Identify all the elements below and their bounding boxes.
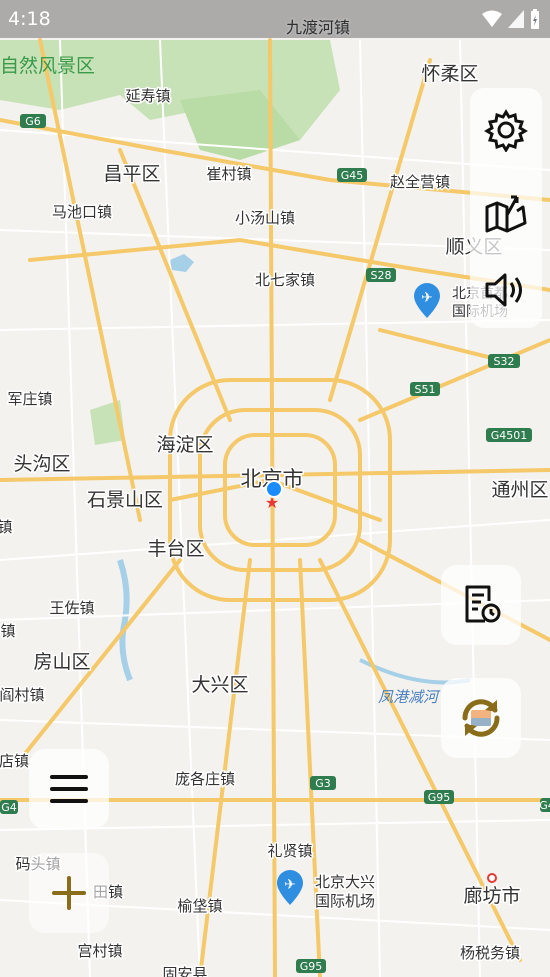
- place-label: 石景山区: [87, 489, 163, 511]
- wifi-icon: [482, 10, 502, 27]
- road-shield: G3: [310, 776, 336, 790]
- place-label: 头沟区: [13, 453, 70, 475]
- road-shield: G4: [0, 800, 18, 814]
- svg-text:✈: ✈: [421, 290, 433, 306]
- svg-text:S32: S32: [494, 355, 515, 368]
- place-label: 崔村镇: [206, 165, 251, 183]
- place-label: 昌平区: [103, 163, 160, 185]
- menu-button[interactable]: [29, 749, 109, 829]
- place-label: 礼贤镇: [267, 842, 312, 860]
- svg-text:S51: S51: [415, 383, 436, 396]
- place-label: 怀柔区: [421, 63, 478, 85]
- gear-icon: [484, 109, 528, 152]
- svg-text:✈: ✈: [284, 877, 296, 893]
- city-dot: [487, 873, 497, 883]
- history-icon: [465, 585, 501, 623]
- svg-text:G6: G6: [25, 115, 41, 128]
- river-label: 凤港减河: [378, 688, 441, 706]
- place-label: 固安县: [162, 965, 207, 977]
- status-bar: 4:18: [0, 0, 550, 38]
- speaker-icon: [485, 273, 522, 307]
- status-icons: [482, 9, 540, 29]
- place-label: 宫村镇: [77, 942, 122, 960]
- place-label: 自然风景区: [0, 55, 95, 77]
- place-label: 海淀区: [156, 434, 213, 456]
- road-shield: G45: [337, 168, 367, 182]
- svg-text:G4: G4: [1, 801, 17, 814]
- place-label: 庞各庄镇: [175, 770, 235, 788]
- history-button[interactable]: [441, 565, 521, 645]
- place-label: 阎村镇: [0, 686, 45, 704]
- place-label: 赵全营镇: [390, 173, 450, 191]
- place-label: 镇: [0, 622, 15, 640]
- svg-text:G4501: G4501: [491, 429, 528, 442]
- road-shield: S51: [410, 382, 440, 396]
- route-button[interactable]: [470, 174, 542, 246]
- place-label: 房山区: [33, 651, 90, 673]
- road-shield: G95: [296, 959, 326, 973]
- svg-text:G4: G4: [539, 799, 550, 812]
- top-controls-panel: [470, 88, 542, 328]
- place-label: 国际机场: [315, 892, 375, 910]
- place-label: 大兴区: [191, 674, 248, 696]
- road-shield: S32: [488, 354, 520, 368]
- location-dot-icon: [265, 480, 283, 498]
- place-label: 廊坊市: [463, 885, 520, 907]
- refresh-button[interactable]: [441, 678, 521, 758]
- place-label: 镇: [0, 518, 13, 536]
- menu-icon: [50, 775, 88, 803]
- place-label: 小汤山镇: [235, 209, 295, 227]
- refresh-icon: [462, 699, 500, 737]
- volume-button[interactable]: [470, 254, 542, 326]
- plus-icon: [52, 876, 86, 910]
- place-label: 杨税务镇: [460, 944, 520, 962]
- svg-text:G95: G95: [428, 791, 451, 804]
- road-shield: G95: [424, 790, 454, 804]
- signal-icon: [508, 10, 524, 28]
- place-label: 王佐镇: [49, 599, 94, 617]
- svg-text:G45: G45: [341, 169, 364, 182]
- place-label: 北京大兴: [315, 873, 375, 891]
- place-label: 军庄镇: [7, 390, 52, 408]
- road-shield: S28: [366, 268, 396, 282]
- svg-text:G95: G95: [300, 960, 323, 973]
- road-shield: G6: [20, 114, 46, 128]
- place-label: 丰台区: [147, 538, 204, 560]
- battery-icon: [531, 9, 539, 29]
- map-view[interactable]: G6 G45 S28 S32 S51 G4501 G3 G95 G4 G95 G…: [0, 0, 550, 977]
- place-label: 通州区: [491, 479, 548, 501]
- add-button[interactable]: [29, 853, 109, 933]
- svg-text:G3: G3: [315, 777, 331, 790]
- route-icon: [485, 195, 527, 233]
- settings-button[interactable]: [470, 94, 542, 166]
- status-time: 4:18: [8, 8, 51, 30]
- place-label: 延寿镇: [125, 87, 170, 105]
- place-label: 榆垡镇: [177, 897, 222, 915]
- svg-text:S28: S28: [371, 269, 392, 282]
- road-shield: G4: [539, 798, 550, 812]
- road-shield: G4501: [486, 428, 532, 442]
- place-label: 店镇: [0, 752, 29, 770]
- place-label: 北七家镇: [255, 271, 315, 289]
- place-label: 马池口镇: [52, 203, 112, 221]
